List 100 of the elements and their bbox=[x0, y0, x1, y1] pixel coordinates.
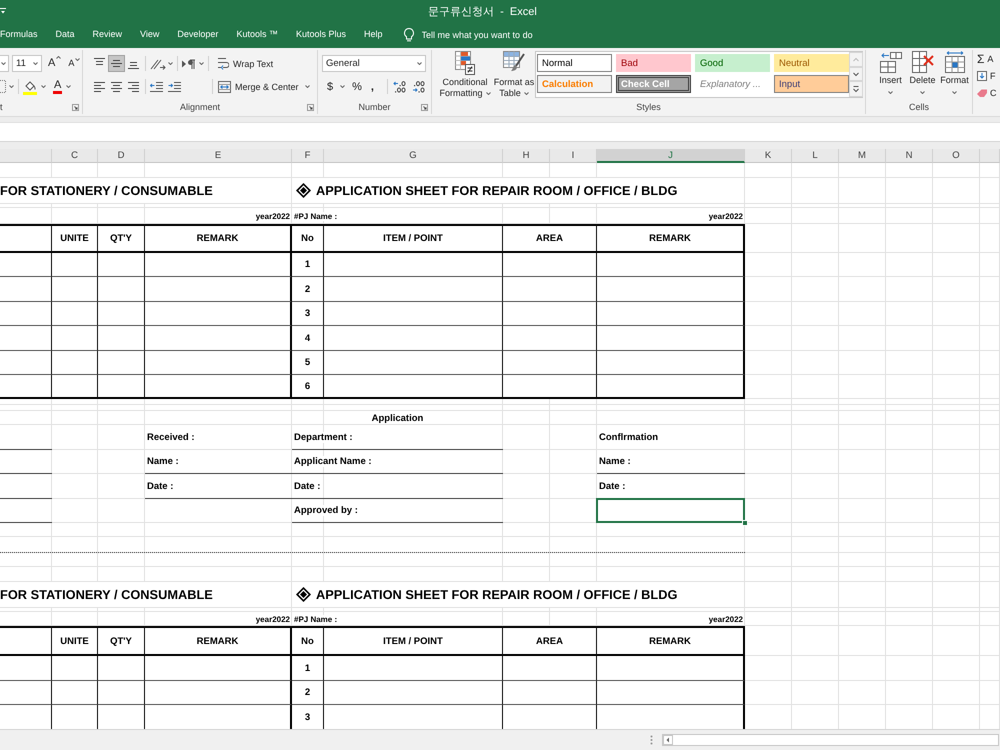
form-label: Department : bbox=[294, 432, 353, 442]
caret-icon[interactable] bbox=[41, 85, 46, 88]
scroll-down-icon[interactable] bbox=[849, 67, 863, 81]
align-right-icon bbox=[128, 82, 139, 92]
form-title: APPLICATION SHEET FOR REPAIR ROOM / OFFICE / BLDG bbox=[316, 587, 678, 602]
align-center-icon bbox=[111, 82, 122, 92]
more-icon[interactable] bbox=[849, 81, 863, 97]
caret-icon bbox=[75, 58, 80, 61]
decrease-decimal-icon[interactable] bbox=[412, 80, 425, 92]
text-direction-icon[interactable] bbox=[182, 58, 196, 68]
menu-tab[interactable]: Review bbox=[92, 27, 122, 43]
diamond-icon bbox=[296, 587, 311, 602]
table-header: REMARK bbox=[597, 224, 745, 253]
column-header[interactable]: D bbox=[98, 149, 145, 163]
format-button[interactable]: Format bbox=[939, 51, 970, 99]
align-middle-button[interactable] bbox=[108, 55, 125, 72]
menu-tab[interactable]: Developer bbox=[177, 27, 218, 43]
number-format-dropdown[interactable]: General bbox=[322, 55, 426, 72]
dropdown-icon[interactable] bbox=[0, 7, 6, 15]
menu-tab[interactable]: Formulas bbox=[0, 27, 38, 43]
decrease-indent-icon[interactable] bbox=[150, 82, 163, 92]
menu-tab[interactable]: Data bbox=[56, 27, 75, 43]
caret-icon[interactable] bbox=[66, 85, 72, 88]
column-header[interactable]: K bbox=[745, 149, 792, 163]
table-header: REMARK bbox=[145, 626, 292, 656]
caret-icon bbox=[952, 91, 957, 94]
font-name-dropdown[interactable] bbox=[0, 55, 9, 72]
delete-button[interactable]: Delete bbox=[907, 51, 938, 99]
percent-button[interactable]: % bbox=[352, 79, 362, 94]
form-label: Date : bbox=[147, 480, 174, 492]
column-header[interactable]: J bbox=[597, 149, 745, 163]
column-header[interactable]: I bbox=[550, 149, 597, 163]
column-header[interactable]: E bbox=[145, 149, 292, 163]
column-header[interactable]: G bbox=[324, 149, 503, 163]
table-header: ITEM / POINT bbox=[324, 224, 503, 253]
column-header[interactable]: L bbox=[792, 149, 839, 163]
cell-style[interactable]: Input bbox=[774, 75, 849, 93]
tell-me-field[interactable]: Tell me what you want to do bbox=[422, 30, 540, 40]
section-heading: Application bbox=[372, 412, 424, 424]
column-header[interactable]: N bbox=[886, 149, 933, 163]
column-header[interactable]: C bbox=[52, 149, 98, 163]
clear-button[interactable]: C bbox=[990, 88, 996, 98]
lightbulb-icon[interactable] bbox=[404, 28, 414, 42]
caret-icon[interactable] bbox=[199, 62, 204, 65]
caret-icon[interactable] bbox=[168, 62, 173, 65]
table-cell bbox=[52, 277, 98, 302]
fill-color-icon[interactable] bbox=[23, 78, 37, 94]
cell-style[interactable]: Good bbox=[695, 54, 770, 72]
text-orientation-icon[interactable] bbox=[150, 57, 166, 70]
table-cell bbox=[98, 326, 145, 351]
menu-tab[interactable]: View bbox=[140, 27, 160, 43]
year-label: year2022 bbox=[256, 212, 290, 220]
font-size-dropdown[interactable]: 11 bbox=[12, 55, 42, 72]
merge-center-button[interactable]: Merge & Center bbox=[218, 78, 299, 95]
caret-icon[interactable] bbox=[340, 85, 346, 88]
shrink-font-button[interactable]: A bbox=[68, 56, 80, 71]
cell-style[interactable]: Bad bbox=[616, 54, 691, 72]
scroll-left-icon[interactable] bbox=[663, 735, 673, 745]
caret-icon[interactable] bbox=[9, 85, 14, 88]
cell-style[interactable]: Normal bbox=[537, 54, 612, 72]
wrap-text-button[interactable]: Wrap Text bbox=[218, 55, 274, 72]
selected-cell[interactable] bbox=[596, 498, 745, 523]
menu-tab[interactable]: Kutools ™ bbox=[236, 27, 278, 43]
grow-font-button[interactable]: A bbox=[48, 56, 62, 71]
format-as-table-button[interactable]: Format as Table bbox=[493, 51, 535, 99]
column-header[interactable]: F bbox=[292, 149, 324, 163]
fill-handle[interactable] bbox=[742, 520, 748, 526]
comma-style-button[interactable]: , bbox=[370, 79, 374, 94]
dialog-launcher-icon[interactable] bbox=[421, 104, 428, 110]
dialog-launcher-icon[interactable] bbox=[307, 104, 314, 110]
menu-tab[interactable]: Kutools Plus bbox=[296, 27, 346, 43]
insert-cells-icon bbox=[880, 51, 902, 73]
borders-icon[interactable] bbox=[0, 80, 6, 93]
table-header: UNITE bbox=[52, 626, 98, 656]
currency-button[interactable]: $ bbox=[327, 79, 334, 94]
column-header[interactable]: M bbox=[839, 149, 886, 163]
table-cell bbox=[98, 351, 145, 375]
menu-tab[interactable]: Help bbox=[364, 27, 383, 43]
horizontal-scrollbar[interactable] bbox=[662, 734, 999, 746]
column-header[interactable]: H bbox=[503, 149, 550, 163]
fill-button[interactable]: F bbox=[990, 71, 996, 81]
cell-style[interactable]: Explanatory ... bbox=[695, 75, 770, 93]
autosum-button[interactable]: A bbox=[987, 54, 994, 64]
font-color-button[interactable]: A bbox=[53, 79, 62, 94]
caret-icon[interactable] bbox=[304, 85, 310, 88]
column-header[interactable]: O bbox=[933, 149, 980, 163]
dialog-launcher-icon[interactable] bbox=[72, 104, 79, 110]
increase-decimal-icon[interactable] bbox=[392, 80, 406, 92]
caret-icon bbox=[33, 62, 38, 65]
conditional-formatting-button[interactable]: Conditional Formatting bbox=[437, 51, 493, 99]
increase-indent-icon[interactable] bbox=[168, 82, 181, 92]
sum-symbol[interactable]: Σ bbox=[977, 52, 984, 66]
group-label: Alignment bbox=[180, 102, 220, 112]
cell-style[interactable]: Neutral bbox=[774, 54, 849, 72]
split-handle-icon[interactable] bbox=[650, 735, 653, 745]
insert-button[interactable]: Insert bbox=[875, 51, 906, 99]
form-label: Approved by : bbox=[294, 505, 358, 516]
table-cell bbox=[52, 302, 98, 326]
form-label: Date : bbox=[294, 480, 320, 492]
row-number: 5 bbox=[292, 351, 324, 375]
